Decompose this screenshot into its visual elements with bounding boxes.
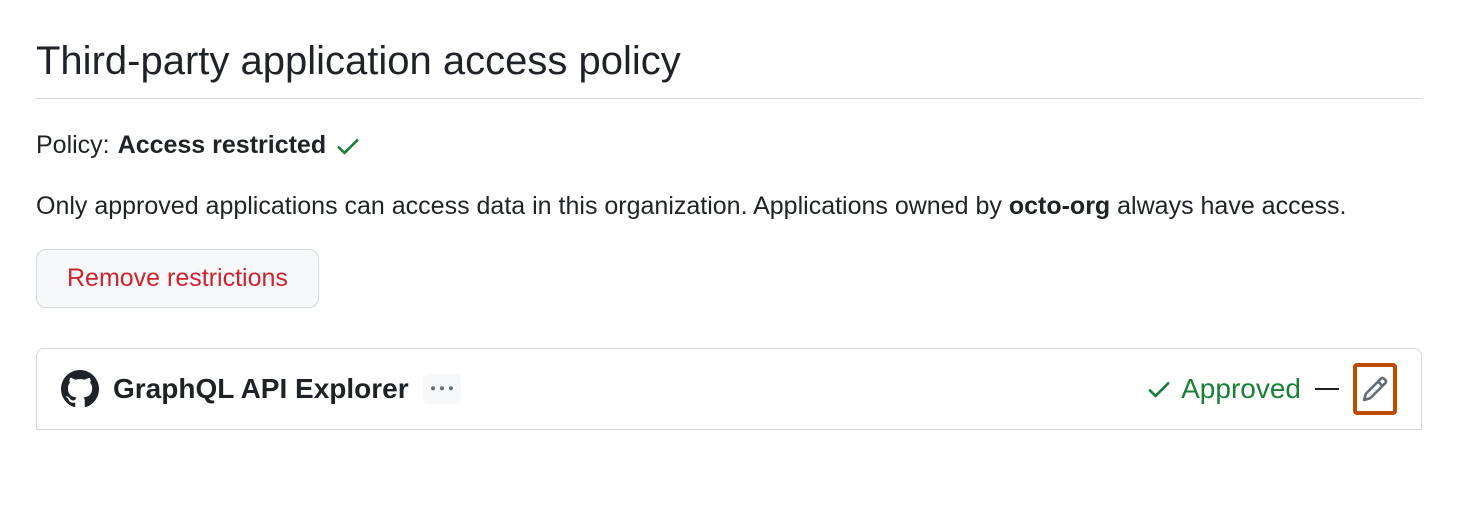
page-title: Third-party application access policy <box>36 36 1422 99</box>
app-list-item: GraphQL API Explorer Approved <box>36 348 1422 430</box>
policy-value: Access restricted <box>118 127 326 165</box>
remove-restrictions-button[interactable]: Remove restrictions <box>36 249 319 308</box>
app-status: Approved <box>1145 373 1301 405</box>
policy-description: Only approved applications can access da… <box>36 187 1422 226</box>
policy-label: Policy: <box>36 127 110 165</box>
org-name: octo-org <box>1009 192 1110 220</box>
app-status-label: Approved <box>1181 373 1301 405</box>
edit-app-button[interactable] <box>1353 363 1397 415</box>
pencil-icon <box>1361 375 1389 403</box>
check-icon <box>334 132 362 160</box>
app-name-link[interactable]: GraphQL API Explorer <box>113 373 409 405</box>
connector-line <box>1315 388 1339 390</box>
description-prefix: Only approved applications can access da… <box>36 192 1009 220</box>
kebab-menu-button[interactable] <box>423 374 461 404</box>
policy-status-row: Policy: Access restricted <box>36 127 1422 165</box>
description-suffix: always have access. <box>1110 192 1346 220</box>
app-logo-icon <box>61 370 99 408</box>
